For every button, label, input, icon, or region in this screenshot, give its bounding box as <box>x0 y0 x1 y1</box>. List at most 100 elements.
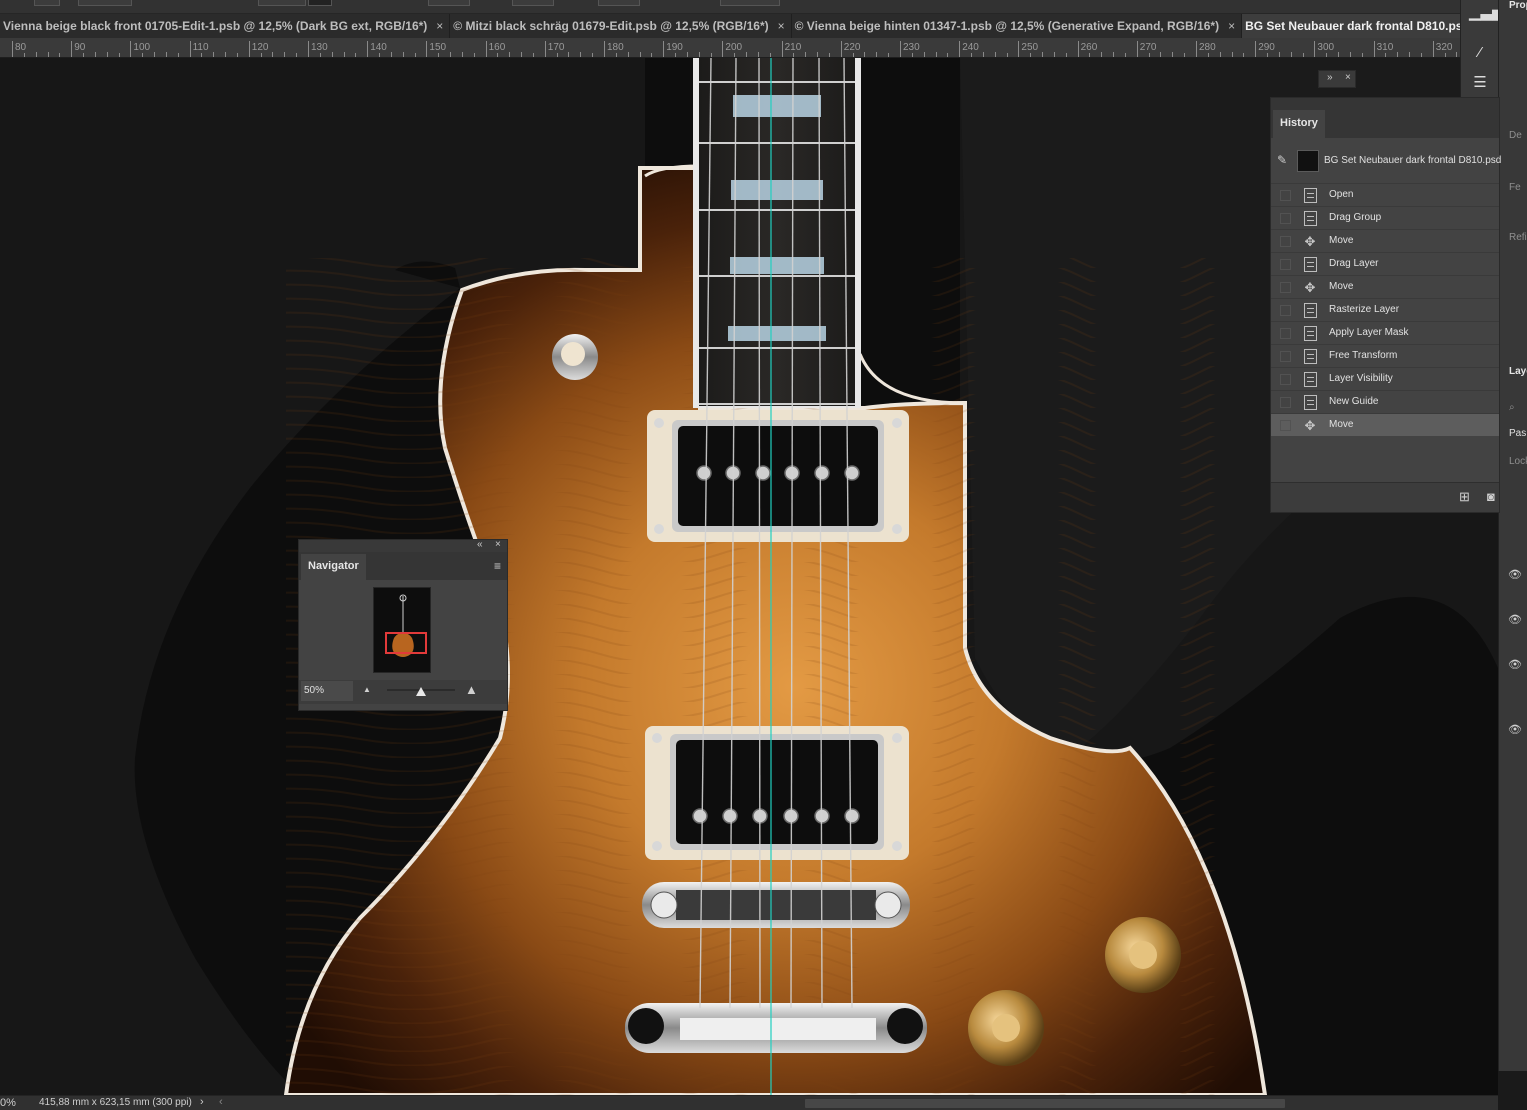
visibility-eye-icon[interactable]: 👁 <box>1508 615 1522 626</box>
ruler-minor-tick <box>888 53 890 57</box>
navigator-thumbnail[interactable] <box>373 587 431 673</box>
history-item[interactable]: Apply Layer Mask <box>1271 321 1499 344</box>
ruler-minor-tick <box>343 52 345 57</box>
ruler-label: 230 <box>903 42 920 53</box>
adjustments-icon[interactable]: ☰ <box>1469 74 1491 92</box>
options-bar-control[interactable] <box>720 0 780 6</box>
search-icon[interactable]: ⌕ <box>1509 402 1515 413</box>
document-tab[interactable]: © Vienna beige hinten 01347-1.psb @ 12,5… <box>792 14 1243 38</box>
options-bar-control[interactable] <box>34 0 60 6</box>
history-snapshot[interactable]: ✎ BG Set Neubauer dark frontal D810.psd <box>1271 144 1501 182</box>
options-bar <box>0 0 1460 14</box>
ruler-label: 270 <box>1139 42 1157 53</box>
history-checkbox[interactable] <box>1280 282 1291 293</box>
history-checkbox[interactable] <box>1280 305 1291 316</box>
collapse-icon[interactable]: « <box>477 539 483 550</box>
ruler-label: 100 <box>133 42 151 53</box>
history-checkbox[interactable] <box>1280 328 1291 339</box>
history-checkbox[interactable] <box>1280 420 1291 431</box>
visibility-eye-icon[interactable]: 👁 <box>1508 570 1522 581</box>
navigator-view-box[interactable] <box>385 632 427 654</box>
history-checkbox[interactable] <box>1280 397 1291 408</box>
history-checkbox[interactable] <box>1280 236 1291 247</box>
history-item[interactable]: ✥ Move <box>1271 275 1499 298</box>
ruler-minor-tick <box>1065 53 1067 57</box>
close-icon[interactable]: × <box>1228 14 1235 38</box>
history-checkbox[interactable] <box>1280 213 1291 224</box>
camera-icon[interactable]: ◙ <box>1487 489 1495 504</box>
status-menu-arrow-icon[interactable]: › <box>200 1096 204 1108</box>
horizontal-scrollbar[interactable] <box>805 1099 1285 1108</box>
tab-label: Vienna beige black front 01705-Edit-1.ps… <box>3 19 428 33</box>
ruler-minor-tick <box>236 53 238 57</box>
ruler-minor-tick <box>971 53 973 57</box>
ruler-label: 260 <box>1080 42 1098 53</box>
document-tab[interactable]: © Mitzi black schräg 01679-Edit.psb @ 12… <box>450 14 792 38</box>
history-item[interactable]: Drag Layer <box>1271 252 1499 275</box>
ruler-tick <box>840 41 842 57</box>
document-tab-active[interactable]: BG Set Neubauer dark frontal D810.psd @ … <box>1242 14 1460 38</box>
ruler-minor-tick <box>746 52 748 57</box>
options-bar-control[interactable] <box>78 0 132 6</box>
ruler-minor-tick <box>402 52 404 57</box>
collapse-icon[interactable]: » <box>1327 72 1333 83</box>
ruler-minor-tick <box>1267 53 1269 57</box>
scroll-left-icon[interactable]: ‹ <box>219 1096 223 1108</box>
options-bar-control[interactable] <box>308 0 332 6</box>
history-item[interactable]: Rasterize Layer <box>1271 298 1499 321</box>
history-checkbox[interactable] <box>1280 259 1291 270</box>
ruler-label: 250 <box>1021 42 1039 53</box>
visibility-eye-icon[interactable]: 👁 <box>1508 725 1522 736</box>
document-tab[interactable]: Vienna beige black front 01705-Edit-1.ps… <box>0 14 451 38</box>
blend-mode-select[interactable]: Pas <box>1509 428 1526 439</box>
close-icon[interactable]: × <box>1345 72 1351 83</box>
history-brush-icon[interactable]: ✎ <box>1277 153 1287 167</box>
close-icon[interactable]: × <box>436 14 443 38</box>
tab-navigator[interactable]: Navigator <box>301 554 366 580</box>
history-checkbox[interactable] <box>1280 190 1291 201</box>
move-icon: ✥ <box>1304 234 1316 249</box>
brush-settings-icon[interactable]: ⁄ <box>1469 44 1491 62</box>
ruler-tick <box>367 41 369 57</box>
close-icon[interactable]: × <box>778 14 785 38</box>
history-item[interactable]: ✥ Move <box>1271 229 1499 252</box>
zoom-out-icon[interactable]: ▲ <box>363 685 371 694</box>
history-item[interactable]: Drag Group <box>1271 206 1499 229</box>
history-checkbox[interactable] <box>1280 351 1291 362</box>
options-bar-control[interactable] <box>258 0 306 6</box>
history-item[interactable]: ✥ Move <box>1271 413 1499 436</box>
options-bar-control[interactable] <box>598 0 640 6</box>
ruler-minor-tick <box>698 52 700 57</box>
history-item[interactable]: Layer Visibility <box>1271 367 1499 390</box>
ruler-tick <box>663 41 665 57</box>
close-icon[interactable]: × <box>495 539 501 550</box>
history-item[interactable]: Open <box>1271 183 1499 206</box>
ruler-minor-tick <box>379 53 381 57</box>
panel-menu-icon[interactable]: ≡ <box>494 559 501 573</box>
new-document-from-state-icon[interactable]: ⊞ <box>1459 489 1470 505</box>
options-bar-control[interactable] <box>428 0 470 6</box>
options-bar-control[interactable] <box>512 0 554 6</box>
histogram-icon[interactable]: ▁▃▅ <box>1469 4 1504 22</box>
tab-history[interactable]: History <box>1273 110 1325 138</box>
document-icon <box>1304 395 1317 410</box>
horizontal-ruler[interactable]: 80 90 100 110 120 130 140 150 160 170 180 190 200 210… <box>0 38 1460 58</box>
visibility-eye-icon[interactable]: 👁 <box>1508 660 1522 671</box>
ruler-minor-tick <box>757 52 759 57</box>
document-icon <box>1304 372 1317 387</box>
ruler-tick <box>722 41 724 57</box>
ruler-minor-tick <box>1101 52 1103 57</box>
history-item[interactable]: Free Transform <box>1271 344 1499 367</box>
ruler-minor-tick <box>1326 53 1328 57</box>
zoom-in-icon[interactable]: ▲ <box>465 682 478 697</box>
zoom-input[interactable]: 50% <box>301 681 353 701</box>
history-checkbox[interactable] <box>1280 374 1291 385</box>
history-item[interactable]: New Guide <box>1271 390 1499 413</box>
ruler-minor-tick <box>1243 53 1245 57</box>
ruler-minor-tick <box>1124 53 1126 57</box>
zoom-slider-thumb[interactable] <box>416 687 426 696</box>
panel-collapse-bar: « × <box>299 539 507 552</box>
status-zoom[interactable]: 0% <box>0 1097 16 1109</box>
ruler-minor-tick <box>947 53 949 57</box>
panel-icon-strip: ▁▃▅ ⁄ ☰ <box>1460 0 1504 100</box>
